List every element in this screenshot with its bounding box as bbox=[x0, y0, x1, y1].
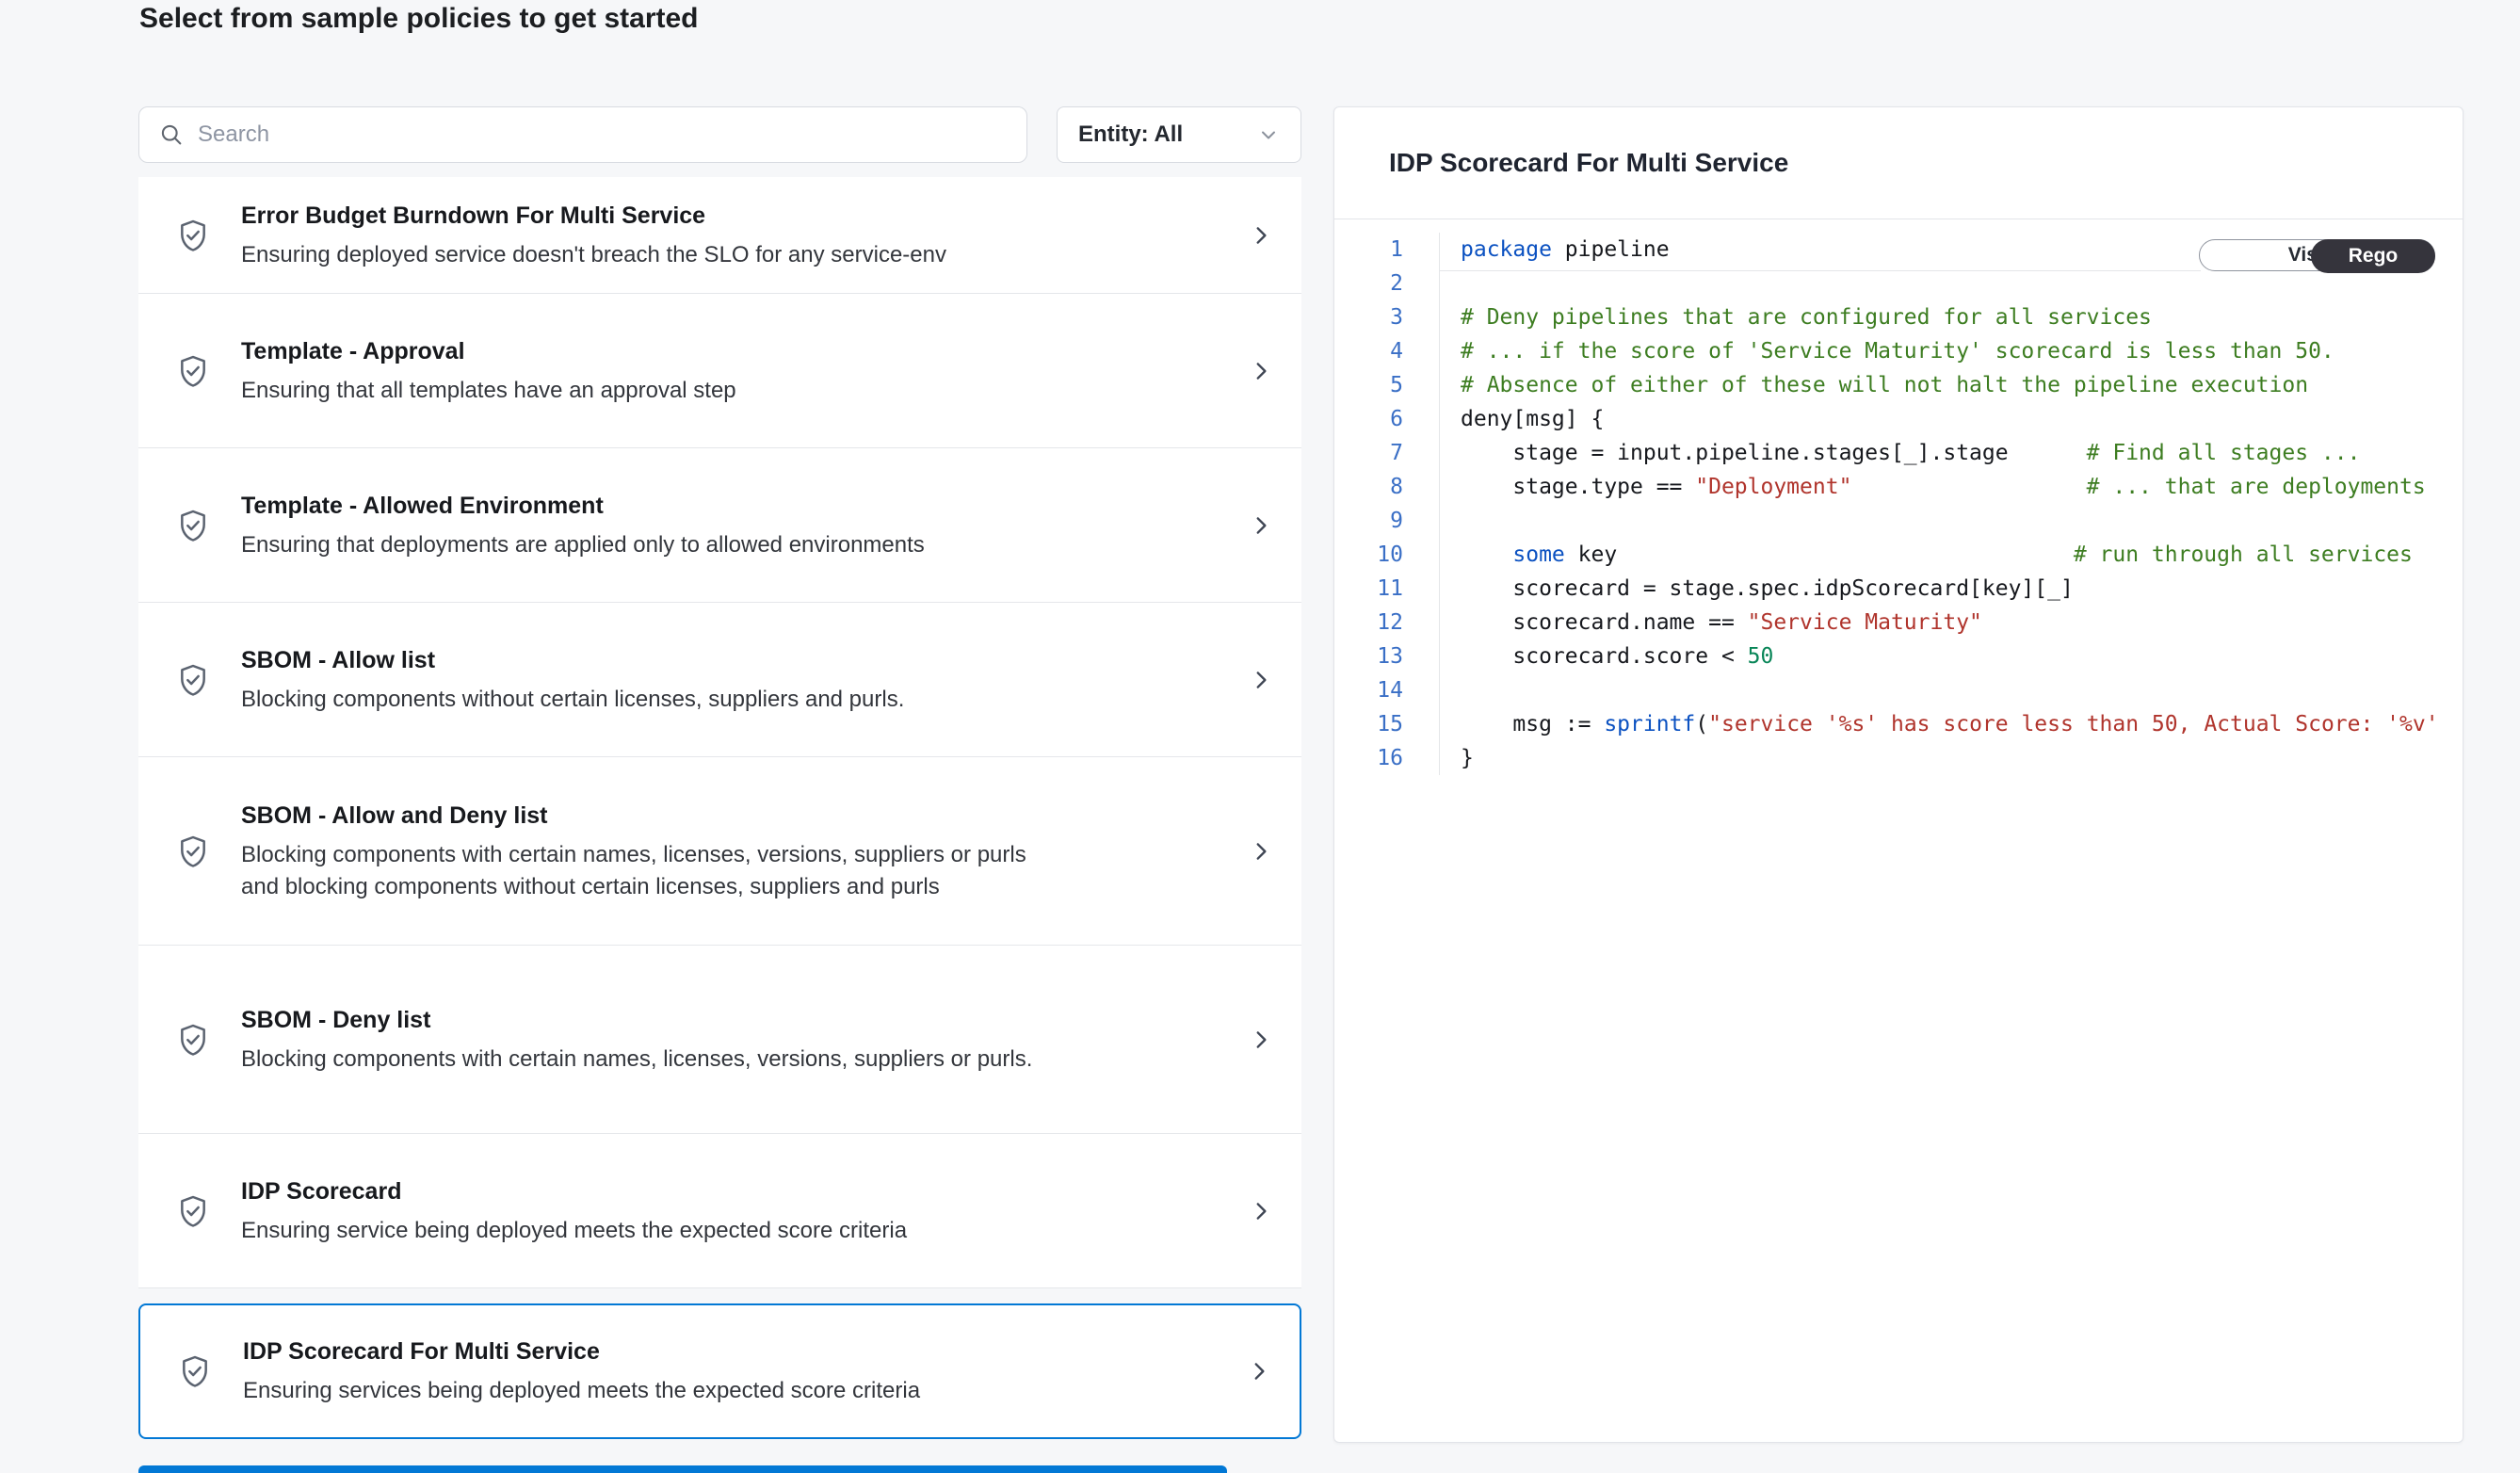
policy-description: Blocking components with certain names, … bbox=[241, 1044, 1060, 1076]
policy-description: Ensuring that all templates have an appr… bbox=[241, 375, 1060, 407]
policy-shield-icon bbox=[174, 661, 212, 699]
policy-text: IDP Scorecard For Multi Service Ensuring… bbox=[243, 1335, 1247, 1407]
code-line: # Deny pipelines that are configured for… bbox=[1461, 300, 2463, 334]
preview-title: IDP Scorecard For Multi Service bbox=[1389, 148, 1788, 178]
policy-text: SBOM - Deny list Blocking components wit… bbox=[241, 1004, 1249, 1076]
code-line: scorecard = stage.spec.idpScorecard[key]… bbox=[1461, 572, 2463, 606]
chevron-right-icon bbox=[1249, 513, 1273, 538]
line-number: 13 bbox=[1334, 639, 1403, 673]
page-title: Select from sample policies to get start… bbox=[139, 0, 699, 38]
policy-description: Blocking components without certain lice… bbox=[241, 684, 1060, 716]
code-line bbox=[1461, 504, 2463, 538]
code-line: # ... if the score of 'Service Maturity'… bbox=[1461, 334, 2463, 368]
line-number: 12 bbox=[1334, 606, 1403, 639]
line-number: 9 bbox=[1334, 504, 1403, 538]
policy-list-item[interactable]: Error Budget Burndown For Multi Service … bbox=[138, 177, 1301, 294]
policy-text: IDP Scorecard Ensuring service being dep… bbox=[241, 1175, 1249, 1247]
line-number: 7 bbox=[1334, 436, 1403, 470]
code-line: scorecard.name == "Service Maturity" bbox=[1461, 606, 2463, 639]
toggle-rego[interactable]: Rego bbox=[2311, 239, 2435, 273]
policy-list-item[interactable]: IDP Scorecard Ensuring service being dep… bbox=[138, 1134, 1301, 1288]
line-number: 6 bbox=[1334, 402, 1403, 436]
code-line bbox=[1461, 267, 2463, 300]
policy-list: Error Budget Burndown For Multi Service … bbox=[138, 177, 1301, 1439]
entity-filter-dropdown[interactable]: Entity: All bbox=[1057, 106, 1301, 163]
code-line: stage.type == "Deployment" # ... that ar… bbox=[1461, 470, 2463, 504]
line-number: 14 bbox=[1334, 673, 1403, 707]
chevron-right-icon bbox=[1247, 1359, 1271, 1384]
entity-filter-label: Entity: All bbox=[1078, 121, 1183, 148]
policy-title: SBOM - Allow list bbox=[241, 644, 1249, 676]
policy-description: Blocking components with certain names, … bbox=[241, 839, 1060, 903]
line-number: 16 bbox=[1334, 741, 1403, 775]
line-number: 4 bbox=[1334, 334, 1403, 368]
code-line: deny[msg] { bbox=[1461, 402, 2463, 436]
line-number: 2 bbox=[1334, 267, 1403, 300]
search-box[interactable] bbox=[138, 106, 1027, 163]
bottom-accent-bar bbox=[138, 1465, 1227, 1473]
policy-text: Error Budget Burndown For Multi Service … bbox=[241, 200, 1249, 271]
line-number: 8 bbox=[1334, 470, 1403, 504]
policy-shield-icon bbox=[174, 833, 212, 870]
chevron-right-icon bbox=[1249, 668, 1273, 692]
policy-description: Ensuring services being deployed meets t… bbox=[243, 1375, 1062, 1407]
chevron-right-icon bbox=[1249, 1028, 1273, 1052]
code-line: msg := sprintf("service '%s' has score l… bbox=[1461, 707, 2463, 741]
policy-title: SBOM - Allow and Deny list bbox=[241, 800, 1249, 832]
line-number: 5 bbox=[1334, 368, 1403, 402]
chevron-down-icon bbox=[1257, 123, 1280, 146]
chevron-right-icon bbox=[1249, 223, 1273, 248]
policy-title: IDP Scorecard For Multi Service bbox=[243, 1335, 1247, 1368]
policy-title: Template - Approval bbox=[241, 335, 1249, 367]
code-gutter: 12345678910111213141516 bbox=[1334, 233, 1440, 775]
policy-selection-column: Entity: All Error Budget Burndown For Mu… bbox=[138, 106, 1301, 1439]
policy-description: Ensuring service being deployed meets th… bbox=[241, 1215, 1060, 1247]
code-line: } bbox=[1461, 741, 2463, 775]
policy-shield-icon bbox=[174, 217, 212, 254]
code-editor[interactable]: 12345678910111213141516 package pipeline… bbox=[1334, 219, 2463, 775]
policy-description: Ensuring deployed service doesn't breach… bbox=[241, 239, 1060, 271]
line-number: 11 bbox=[1334, 572, 1403, 606]
policy-description: Ensuring that deployments are applied on… bbox=[241, 529, 1060, 561]
code-line: some key # run through all services bbox=[1461, 538, 2463, 572]
policy-text: SBOM - Allow and Deny list Blocking comp… bbox=[241, 800, 1249, 903]
search-icon bbox=[158, 121, 185, 148]
policy-title: Error Budget Burndown For Multi Service bbox=[241, 200, 1249, 232]
policy-title: Template - Allowed Environment bbox=[241, 490, 1249, 522]
chevron-right-icon bbox=[1249, 359, 1273, 383]
code-line: scorecard.score < 50 bbox=[1461, 639, 2463, 673]
policy-list-item[interactable]: IDP Scorecard For Multi Service Ensuring… bbox=[138, 1303, 1301, 1439]
policy-list-item[interactable]: SBOM - Allow and Deny list Blocking comp… bbox=[138, 757, 1301, 946]
policy-title: SBOM - Deny list bbox=[241, 1004, 1249, 1036]
preview-header: IDP Scorecard For Multi Service bbox=[1334, 107, 2463, 219]
policy-text: Template - Approval Ensuring that all te… bbox=[241, 335, 1249, 407]
policy-title: IDP Scorecard bbox=[241, 1175, 1249, 1207]
list-toolbar: Entity: All bbox=[138, 106, 1301, 163]
line-number: 15 bbox=[1334, 707, 1403, 741]
policy-list-item[interactable]: SBOM - Deny list Blocking components wit… bbox=[138, 946, 1301, 1134]
search-input[interactable] bbox=[198, 121, 1008, 148]
visual-rego-toggle[interactable]: Visual Rego bbox=[2199, 239, 2435, 271]
policy-text: SBOM - Allow list Blocking components wi… bbox=[241, 644, 1249, 716]
code-line: # Absence of either of these will not ha… bbox=[1461, 368, 2463, 402]
chevron-right-icon bbox=[1249, 1199, 1273, 1223]
line-number: 10 bbox=[1334, 538, 1403, 572]
policy-preview-panel: IDP Scorecard For Multi Service Visual R… bbox=[1333, 106, 2463, 1443]
policy-list-item[interactable]: Template - Approval Ensuring that all te… bbox=[138, 294, 1301, 448]
policy-list-item[interactable]: Template - Allowed Environment Ensuring … bbox=[138, 448, 1301, 603]
code-lines: package pipeline# Deny pipelines that ar… bbox=[1440, 233, 2463, 775]
policy-list-item[interactable]: SBOM - Allow list Blocking components wi… bbox=[138, 603, 1301, 757]
policy-shield-icon bbox=[174, 1021, 212, 1059]
policy-text: Template - Allowed Environment Ensuring … bbox=[241, 490, 1249, 561]
policy-shield-icon bbox=[174, 1192, 212, 1230]
line-number: 1 bbox=[1334, 233, 1403, 267]
policy-shield-icon bbox=[176, 1352, 214, 1390]
chevron-right-icon bbox=[1249, 839, 1273, 864]
policy-shield-icon bbox=[174, 352, 212, 390]
policy-shield-icon bbox=[174, 507, 212, 544]
code-line: stage = input.pipeline.stages[_].stage #… bbox=[1461, 436, 2463, 470]
code-line bbox=[1461, 673, 2463, 707]
line-number: 3 bbox=[1334, 300, 1403, 334]
